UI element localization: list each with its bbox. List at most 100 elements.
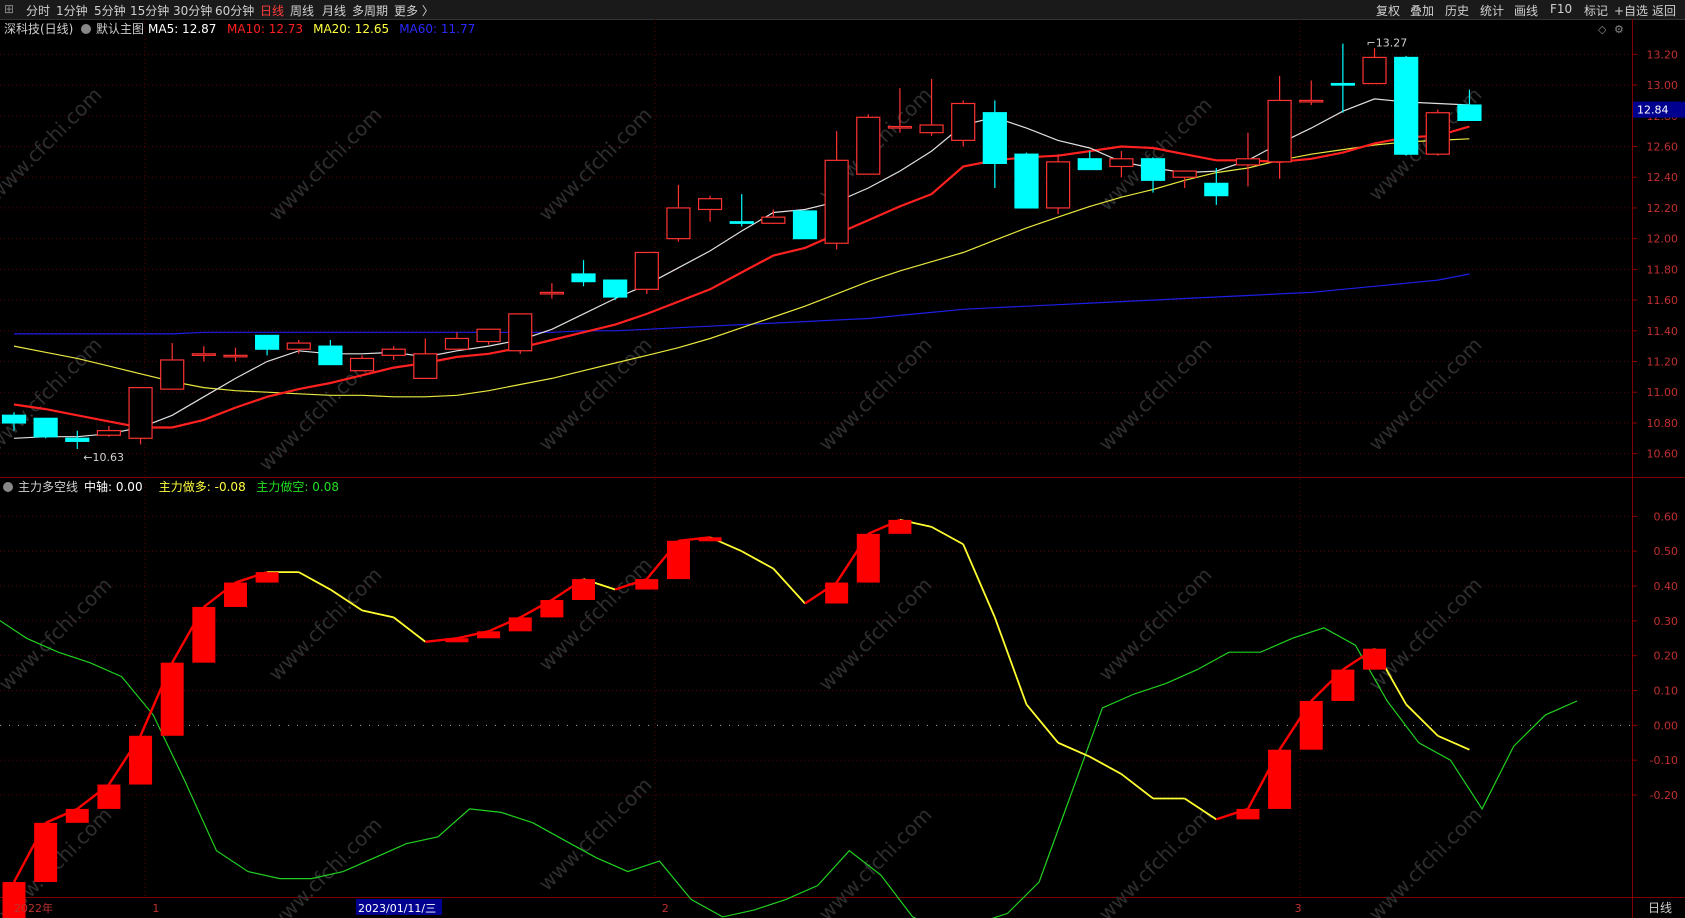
candle-body[interactable] (1362, 56, 1387, 85)
candle-body[interactable] (160, 359, 185, 390)
period-tab-10[interactable]: 更多 〉 (394, 2, 434, 19)
indicator-axis-label: 0.60 (1654, 510, 1679, 523)
candle-body[interactable] (65, 437, 90, 442)
candle-body[interactable] (539, 291, 564, 295)
candle-body[interactable] (1140, 158, 1166, 181)
ma-legend-item: MA20: 12.65 (313, 22, 389, 36)
candle-body[interactable] (1235, 158, 1261, 166)
candle-body[interactable] (1267, 99, 1292, 163)
period-tab-3[interactable]: 15分钟 (130, 2, 169, 19)
time-axis-label: 1 (152, 902, 159, 915)
candle-body[interactable] (381, 348, 406, 356)
candle-body[interactable] (1014, 153, 1039, 209)
candle-body[interactable] (508, 313, 533, 352)
indicator-axis-label: 0.30 (1654, 615, 1679, 628)
price-axis-label: 11.80 (1647, 263, 1679, 276)
candle-body[interactable] (1457, 104, 1482, 121)
candle-body[interactable] (887, 125, 913, 129)
grid-lines (0, 19, 1632, 897)
bull-line-segment (741, 550, 774, 570)
candle-body[interactable] (919, 124, 944, 134)
candle-body[interactable] (33, 417, 58, 438)
indicator-dropdown-icon[interactable] (3, 482, 13, 492)
toolbar-button-5[interactable]: F10 (1550, 2, 1572, 16)
indicator-axis-label: -0.20 (1650, 789, 1678, 802)
candle-body[interactable] (1077, 158, 1102, 171)
period-tab-4[interactable]: 30分钟 (173, 2, 212, 19)
bull-block (698, 537, 722, 542)
watermark-text: www.cfchi.com (264, 563, 387, 686)
period-tab-2[interactable]: 5分钟 (94, 2, 126, 19)
candle-body[interactable] (1046, 161, 1071, 209)
candle-body[interactable] (349, 357, 375, 372)
stock-label[interactable]: 深科技(日线) (4, 22, 73, 36)
watermark-text: www.cfchi.com (1094, 93, 1217, 216)
period-tab-5[interactable]: 60分钟 (215, 2, 254, 19)
candle-body[interactable] (1330, 82, 1355, 86)
toolbar-button-3[interactable]: 统计 (1480, 2, 1504, 19)
candle-body[interactable] (318, 345, 343, 366)
period-tab-7[interactable]: 周线 (290, 2, 314, 19)
time-axis-label: 2022年 (14, 901, 53, 915)
toolbar-button-6[interactable]: 标记 (1584, 2, 1608, 19)
period-indicator[interactable]: 日线 (1648, 901, 1672, 915)
candlestick-series[interactable]: ⌐13.27 ←10.63 (1, 37, 1482, 464)
period-tab-0[interactable]: 分时 (26, 2, 50, 19)
candle-body[interactable] (444, 337, 470, 350)
period-tab-8[interactable]: 月线 (322, 2, 346, 19)
candle-body[interactable] (697, 198, 723, 211)
candle-body[interactable] (1394, 56, 1419, 155)
price-axis-label: 12.20 (1647, 202, 1679, 215)
ma-legend-item: MA5: 12.87 (148, 22, 216, 36)
period-tab-6[interactable]: 日线 (260, 2, 284, 19)
toolbar-button-4[interactable]: 画线 (1514, 2, 1538, 19)
template-label[interactable]: 默认主图 (96, 21, 144, 36)
candle-body[interactable] (856, 116, 881, 175)
candle-body[interactable] (666, 207, 691, 240)
candle-body[interactable] (286, 342, 311, 350)
watermark-text: www.cfchi.com (1364, 573, 1487, 696)
candle-body[interactable] (951, 102, 976, 141)
period-tab-1[interactable]: 1分钟 (56, 2, 88, 19)
template-dropdown-icon[interactable] (81, 24, 91, 34)
candle-body[interactable] (571, 273, 596, 283)
candle-body[interactable] (1, 414, 27, 424)
candle-body[interactable] (634, 251, 659, 290)
indicator-legend-item: 主力做空: 0.08 (256, 479, 339, 494)
candle-body[interactable] (476, 328, 501, 343)
candle-body[interactable] (1172, 170, 1197, 178)
toolbar-button-8[interactable]: 返回 (1652, 2, 1676, 19)
candle-body[interactable] (792, 210, 818, 240)
candle-body[interactable] (729, 221, 754, 224)
candle-body[interactable] (1299, 99, 1324, 103)
settings-icon[interactable]: ⚙ (1614, 23, 1624, 36)
candle-body[interactable] (603, 279, 628, 298)
candle-body[interactable] (128, 387, 153, 439)
candle-body[interactable] (96, 430, 122, 436)
toolbar-button-1[interactable]: 叠加 (1410, 2, 1434, 19)
toolbar-button-0[interactable]: 复权 (1376, 2, 1400, 19)
candle-body[interactable] (1425, 112, 1450, 155)
price-axis-label: 10.60 (1647, 448, 1679, 461)
period-tab-9[interactable]: 多周期 (352, 2, 388, 19)
menu-icon[interactable]: ⊞ (4, 2, 14, 16)
toolbar-button-2[interactable]: 历史 (1445, 2, 1469, 19)
diamond-icon[interactable]: ◇ (1598, 23, 1607, 36)
candle-body[interactable] (1109, 158, 1134, 168)
candle-body[interactable] (413, 353, 438, 379)
bull-block (445, 638, 469, 643)
moving-average-lines (13, 98, 1470, 439)
bull-block (34, 822, 58, 883)
ma60-line (14, 273, 1470, 335)
candle-body[interactable] (223, 354, 248, 358)
bull-line-segment (1089, 755, 1122, 775)
toolbar-button-7[interactable]: +自选 (1614, 2, 1648, 19)
candle-body[interactable] (255, 334, 280, 350)
indicator-name[interactable]: 主力多空线 (18, 480, 78, 494)
bull-block (888, 519, 912, 534)
candle-body[interactable] (1204, 182, 1229, 197)
candle-body[interactable] (982, 112, 1007, 164)
candle-body[interactable] (761, 216, 786, 224)
candle-body[interactable] (191, 353, 216, 356)
candle-body[interactable] (824, 159, 849, 244)
